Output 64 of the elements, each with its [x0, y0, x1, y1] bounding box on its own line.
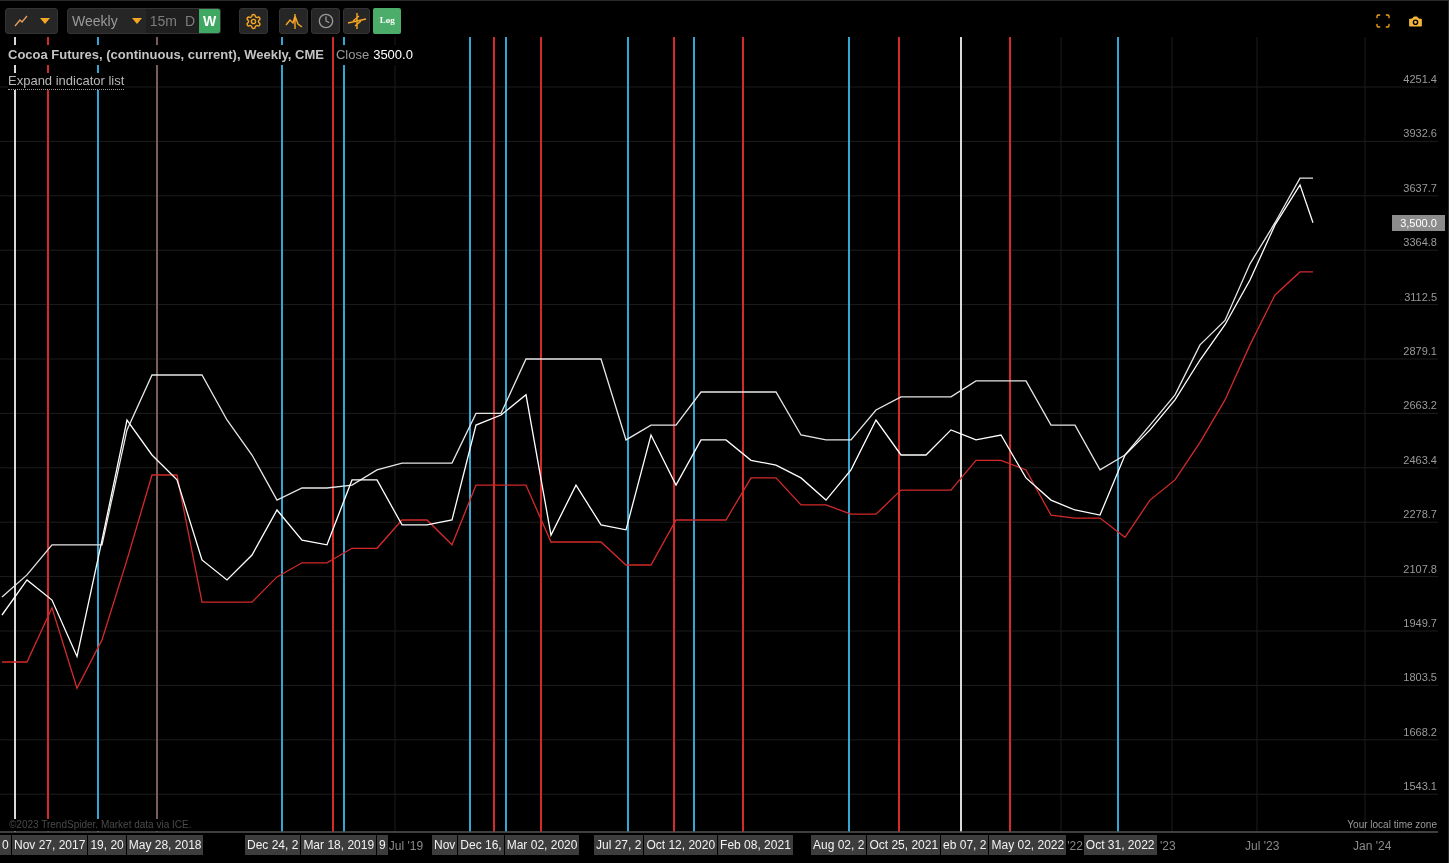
time-axis-label: Jan '24 — [1353, 838, 1392, 855]
instrument-title: Cocoa Futures, (continuous, current), Weekly, CME — [8, 45, 324, 65]
price-axis-label: 2107.8 — [1403, 562, 1437, 576]
event-date-label: May 02, 2022 — [989, 835, 1067, 855]
event-date-label: Jul 27, 2 — [594, 835, 644, 855]
screenshot-button[interactable] — [1407, 13, 1424, 29]
price-axis-label: 1668.2 — [1403, 725, 1437, 739]
interval-dropdown[interactable]: Weekly — [68, 9, 146, 33]
event-date-label: Nov 27, 2017 — [12, 835, 88, 855]
settings-icon — [245, 12, 263, 30]
timeframe-tab[interactable]: 15m — [145, 9, 181, 33]
event-date-label: 0 — [0, 835, 11, 855]
time-axis-label: '22 — [1067, 838, 1083, 855]
event-date-label: 9 — [377, 835, 388, 855]
time-zone-note: Your local time zone — [1347, 819, 1437, 831]
price-axis-label: 2663.2 — [1403, 399, 1437, 413]
price-axis-label: 1803.5 — [1403, 671, 1437, 685]
last-price-badge: 3,500.0 — [1392, 214, 1445, 231]
copyright-note: ©2023 TrendSpider. Market data via ICE. — [8, 819, 193, 831]
event-date-label: Oct 12, 2020 — [644, 835, 718, 855]
event-date-label: Nov — [432, 835, 458, 855]
close-value: 3500.0 — [373, 45, 413, 65]
fullscreen-icon — [1375, 13, 1391, 29]
crosshair-button[interactable] — [343, 8, 371, 34]
price-axis-label: 4251.4 — [1403, 73, 1437, 86]
line-chart-icon — [13, 15, 28, 27]
timeframe-tab[interactable]: W — [199, 9, 221, 33]
event-date-label: Dec 24, 2 — [245, 835, 301, 855]
event-date-label: Oct 25, 2021 — [867, 835, 941, 855]
time-button[interactable] — [311, 8, 341, 34]
event-date-label: eb 07, 2 — [941, 835, 989, 855]
price-axis-label: 3364.8 — [1403, 236, 1437, 250]
price-axis-label: 2879.1 — [1403, 345, 1437, 358]
event-date-label: May 28, 2018 — [126, 835, 204, 855]
settings-button[interactable] — [239, 8, 269, 34]
price-axis-label: 3637.7 — [1403, 181, 1437, 195]
clock-icon — [317, 13, 334, 29]
time-axis-label: '23 — [1160, 838, 1176, 855]
time-axis-label: Jul '23 — [1245, 838, 1280, 855]
expand-indicator-link[interactable]: Expand indicator list — [8, 73, 125, 90]
event-date-label: Mar 18, 2019 — [301, 835, 377, 855]
event-date-label: Dec 16, — [458, 835, 504, 855]
time-axis-label: Jul '19 — [388, 838, 424, 855]
camera-icon — [1407, 12, 1424, 30]
log-scale-toggle[interactable]: Log — [373, 8, 402, 34]
event-date-label: Mar 02, 2020 — [504, 835, 580, 855]
event-date-label: 19, 20 — [88, 835, 126, 855]
fullscreen-button[interactable] — [1375, 13, 1391, 29]
price-axis-label: 3932.6 — [1403, 127, 1437, 141]
caret-icon — [39, 18, 50, 24]
event-date-label: Aug 02, 2 — [811, 835, 867, 855]
drawing-tools-button[interactable] — [279, 8, 309, 34]
chart-type-button[interactable] — [5, 8, 58, 34]
event-date-label: Feb 08, 2021 — [718, 835, 793, 855]
price-axis-label: 2463.4 — [1403, 453, 1437, 467]
price-axis-label: 3112.5 — [1404, 290, 1437, 304]
price-axis-label: 1949.7 — [1403, 617, 1437, 630]
crosshair-icon — [346, 12, 367, 30]
price-axis-label: 1543.1 — [1403, 780, 1437, 794]
close-label: Close — [335, 45, 370, 65]
price-axis-label: 2278.7 — [1403, 508, 1437, 522]
event-date-label: Oct 31, 2022 — [1083, 835, 1157, 855]
zigzag-icon — [284, 12, 303, 30]
caret-icon — [131, 18, 142, 24]
